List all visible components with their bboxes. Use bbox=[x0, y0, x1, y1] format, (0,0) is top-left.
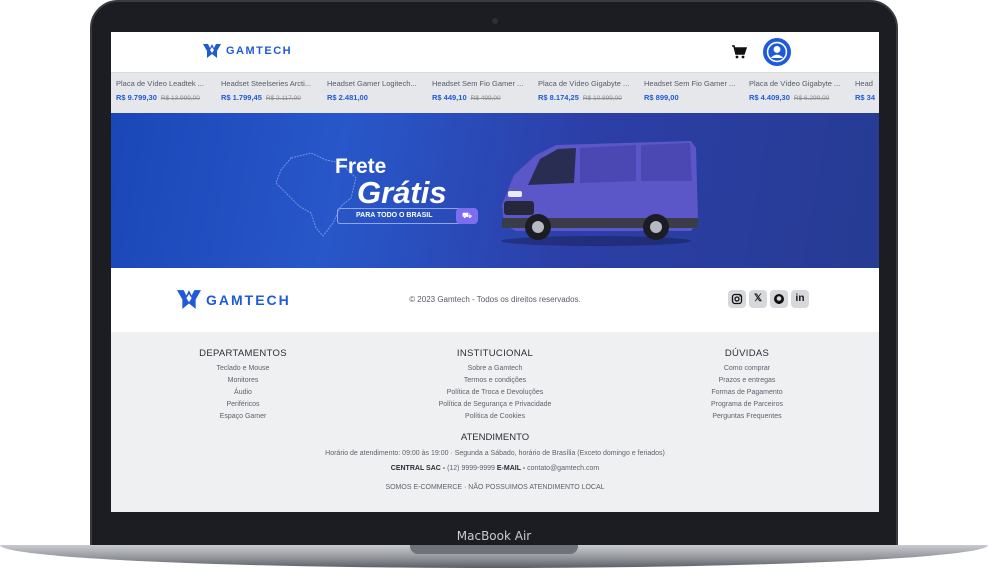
footer-link[interactable]: Prazos e entregas bbox=[647, 375, 847, 387]
ticker-item-price: R$ 8.174,25 bbox=[538, 93, 579, 102]
ticker-item-name: Headset Gamer Logitech... bbox=[327, 79, 417, 88]
ticker-item[interactable]: Placa de Vídeo Gigabyte ... R$ 4.409,30 R… bbox=[749, 79, 852, 102]
ticker-item-old-price: R$ 2.117,00 bbox=[265, 95, 301, 102]
footer-link[interactable]: Periféricos bbox=[143, 399, 343, 411]
social-links: 𝕏 in bbox=[728, 290, 809, 308]
camera-icon bbox=[492, 18, 498, 24]
ticker-item[interactable]: Headset Steelseries Arcti... R$ 1.799,45… bbox=[221, 79, 324, 102]
footer-link[interactable]: Termos e condições bbox=[395, 375, 595, 387]
ticker-item-old-price: R$ 10.899,00 bbox=[582, 95, 622, 102]
atendimento-contact: CENTRAL SAC - (12) 9999-9999 E-MAIL - co… bbox=[111, 465, 879, 472]
sac-phone[interactable]: (12) 9999-9999 bbox=[447, 465, 495, 472]
ticker-item-name: Placa de Vídeo Leadtek ... bbox=[116, 79, 204, 88]
ticker-item-price: R$ 899,00 bbox=[644, 93, 679, 102]
instagram-icon[interactable] bbox=[728, 290, 746, 308]
footer-col-title: INSTITUCIONAL bbox=[456, 348, 534, 359]
footer-link[interactable]: Política de Cookies bbox=[395, 411, 595, 423]
ticker-item-name: Headset Sem Fio Gamer ... bbox=[432, 79, 524, 88]
email-label: E-MAIL - bbox=[496, 465, 526, 472]
ticker-item-old-price: R$ 6.299,00 bbox=[793, 95, 830, 102]
linkedin-icon[interactable]: in bbox=[791, 290, 809, 308]
footer-top: GAMTECH © 2023 Gamtech - Todos os direit… bbox=[111, 268, 879, 332]
github-icon[interactable] bbox=[770, 290, 788, 308]
atendimento-title: ATENDIMENTO bbox=[460, 432, 530, 443]
user-avatar-icon[interactable] bbox=[763, 38, 791, 66]
ticker-item[interactable]: Placa de Vídeo Leadtek ... R$ 9.799,30 R$… bbox=[116, 79, 219, 102]
gamtech-logo-icon bbox=[203, 44, 221, 58]
footer-link[interactable]: Como comprar bbox=[647, 363, 847, 375]
product-ticker: Placa de Vídeo Leadtek ... R$ 9.799,30 R$… bbox=[111, 72, 879, 113]
footer-link[interactable]: Política de Troca e Devoluções bbox=[395, 387, 595, 399]
x-twitter-icon[interactable]: 𝕏 bbox=[749, 290, 767, 308]
footer-link[interactable]: Espaço Gamer bbox=[143, 411, 343, 423]
footer-col-title: DÚVIDAS bbox=[724, 348, 770, 359]
ticker-item-old-price: R$ 499,00 bbox=[470, 95, 501, 102]
footer-col-title: DEPARTAMENTOS bbox=[199, 348, 287, 359]
footer-link[interactable]: Sobre a Gamtech bbox=[395, 363, 595, 375]
free-shipping-banner[interactable]: Frete Grátis PARA TODO O BRASIL ⛟ bbox=[111, 113, 879, 268]
ticker-item-price: R$ 449,10 bbox=[432, 93, 467, 102]
ticker-item-name: Headset Steelseries Arcti... bbox=[221, 79, 312, 88]
laptop-notch bbox=[410, 545, 578, 554]
footer-link[interactable]: Política de Segurança e Privacidade bbox=[395, 399, 595, 411]
ticker-item[interactable]: Placa de Vídeo Gigabyte ... R$ 8.174,25 R… bbox=[538, 79, 641, 102]
footer-link[interactable]: Programa de Parceiros bbox=[647, 399, 847, 411]
ticker-item[interactable]: Headset Gamer Logitech... R$ 2.481,00 bbox=[327, 79, 430, 102]
atendimento-hours: Horário de atendimento: 09:00 às 19:00 ·… bbox=[325, 450, 665, 457]
ticker-item-name: Placa de Vídeo Gigabyte ... bbox=[749, 79, 841, 88]
header-logo[interactable]: GAMTECH bbox=[203, 44, 292, 58]
ticker-item-price: R$ 34 bbox=[855, 93, 876, 102]
ticker-item-price: R$ 9.799,30 bbox=[116, 93, 157, 102]
browser-screen: GAMTECH Placa de Vídeo Leadtek ... R$ 9.… bbox=[111, 32, 879, 512]
sac-label: CENTRAL SAC - bbox=[390, 465, 446, 472]
device-model-label: MacBook Air bbox=[456, 529, 532, 543]
ticker-item-price: R$ 4.409,30 bbox=[749, 93, 790, 102]
footer-col-departamentos: DEPARTAMENTOS Teclado e Mouse Monitores … bbox=[143, 348, 343, 423]
footer-links: DEPARTAMENTOS Teclado e Mouse Monitores … bbox=[111, 332, 879, 512]
banner-subtitle-pill: PARA TODO O BRASIL ⛟ bbox=[337, 208, 478, 224]
footer-link[interactable]: Áudio bbox=[143, 387, 343, 399]
site-header: GAMTECH bbox=[111, 32, 879, 72]
ticker-item-old-price: R$ 13.999,00 bbox=[160, 95, 200, 102]
ticker-item[interactable]: Head R$ 34 bbox=[855, 79, 879, 102]
banner-title-gratis: Grátis bbox=[357, 175, 447, 210]
cart-icon[interactable] bbox=[731, 44, 747, 60]
ticker-item[interactable]: Headset Sem Fio Gamer ... R$ 899,00 bbox=[644, 79, 747, 102]
ticker-item-name: Placa de Vídeo Gigabyte ... bbox=[538, 79, 630, 88]
footer-link[interactable]: Perguntas Frequentes bbox=[647, 411, 847, 423]
delivery-van-image bbox=[501, 141, 698, 246]
ticker-item-name: Headset Sem Fio Gamer ... bbox=[644, 79, 736, 88]
banner-subtitle: PARA TODO O BRASIL bbox=[356, 212, 433, 219]
atendimento-note: SOMOS E-COMMERCE · NÃO POSSUIMOS ATENDIM… bbox=[385, 484, 605, 491]
footer-col-institucional: INSTITUCIONAL Sobre a Gamtech Termos e c… bbox=[395, 348, 595, 423]
ticker-item-price: R$ 1.799,45 bbox=[221, 93, 262, 102]
ticker-item-name: Head bbox=[855, 79, 873, 88]
footer-col-duvidas: DÚVIDAS Como comprar Prazos e entregas F… bbox=[647, 348, 847, 423]
truck-icon: ⛟ bbox=[456, 208, 478, 224]
header-brand: GAMTECH bbox=[226, 45, 293, 57]
footer-link[interactable]: Monitores bbox=[143, 375, 343, 387]
ticker-item[interactable]: Headset Sem Fio Gamer ... R$ 449,10 R$ 49… bbox=[432, 79, 535, 102]
ticker-item-price: R$ 2.481,00 bbox=[327, 93, 368, 102]
footer-link[interactable]: Teclado e Mouse bbox=[143, 363, 343, 375]
contact-email[interactable]: contato@gamtech.com bbox=[527, 465, 599, 472]
footer-link[interactable]: Formas de Pagamento bbox=[647, 387, 847, 399]
